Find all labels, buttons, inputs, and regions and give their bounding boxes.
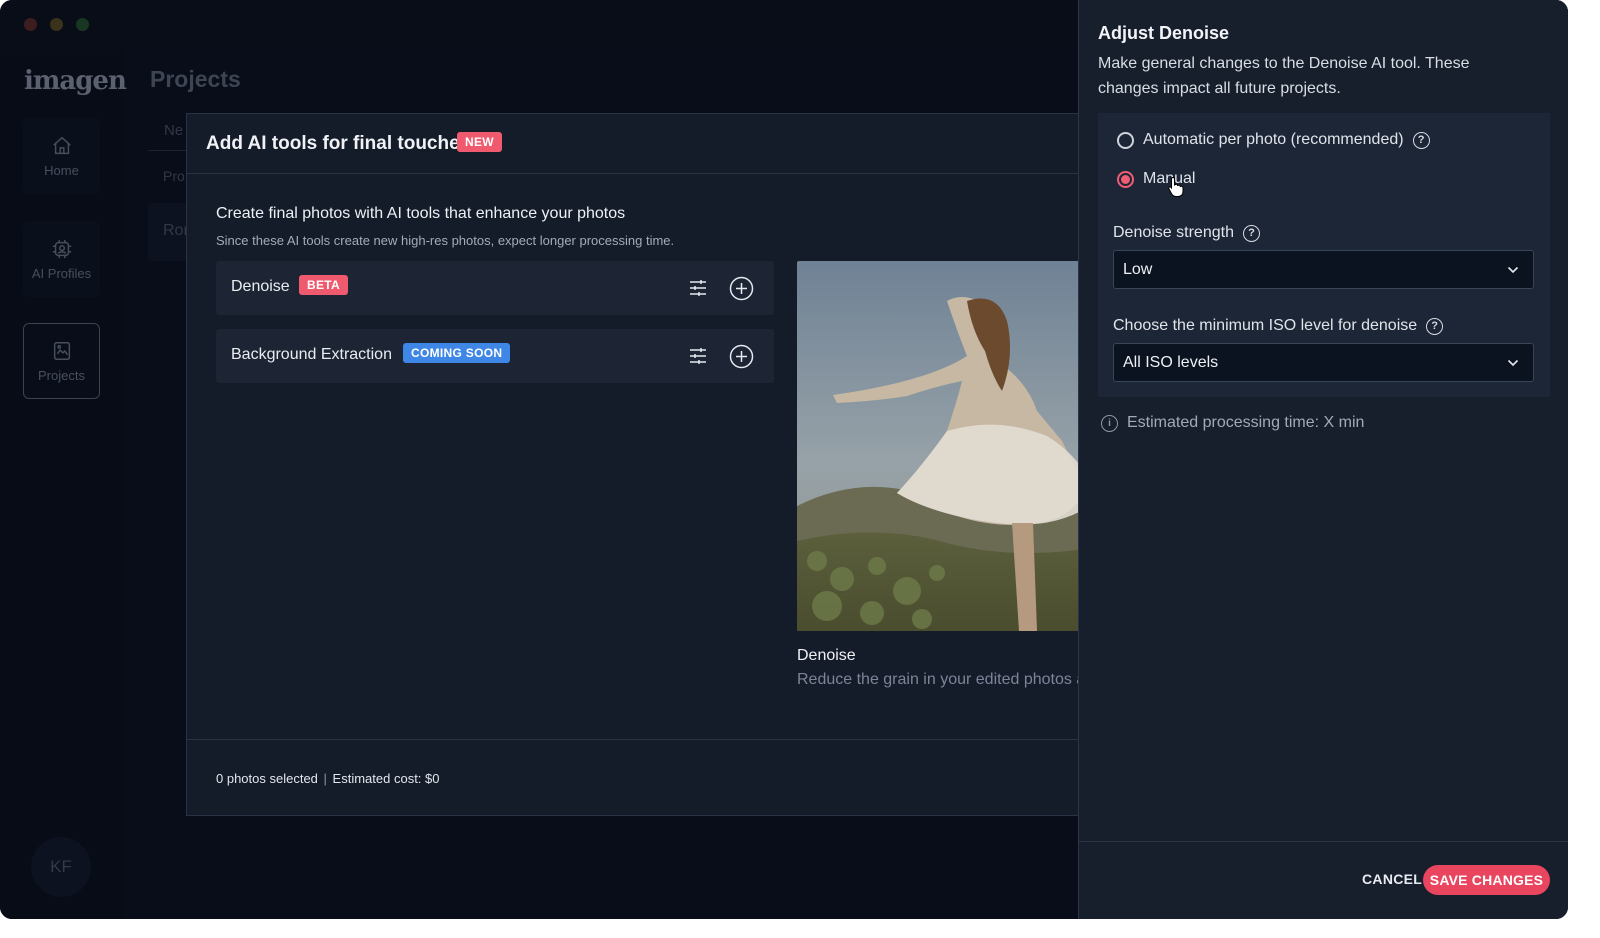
radio-button[interactable] <box>1117 170 1134 188</box>
sliders-icon[interactable] <box>687 277 709 299</box>
iso-level-label: Choose the minimum ISO level for denoise… <box>1113 317 1444 335</box>
estimate-text: Estimated processing time: X min <box>1127 414 1365 431</box>
tool-row-denoise[interactable]: Denoise BETA <box>216 261 774 315</box>
select-value: All ISO levels <box>1123 354 1219 371</box>
iso-level-select[interactable]: All ISO levels <box>1113 343 1534 382</box>
preview-title: Denoise <box>797 647 856 664</box>
cancel-button[interactable]: CANCEL <box>1362 871 1422 887</box>
app-window: imagen Home AI Profiles Projects KF Proj… <box>0 0 1568 919</box>
help-icon[interactable]: ? <box>1242 224 1260 242</box>
tool-label: Denoise <box>231 278 290 295</box>
tool-label: Background Extraction <box>231 346 392 363</box>
denoise-settings-box: Automatic per photo (recommended) ? Manu… <box>1098 113 1550 397</box>
add-circle-icon[interactable] <box>729 276 754 301</box>
modal-subheading: Since these AI tools create new high-res… <box>216 233 675 248</box>
add-circle-icon[interactable] <box>729 344 754 369</box>
sliders-icon[interactable] <box>687 345 709 367</box>
save-changes-button[interactable]: SAVE CHANGES <box>1423 865 1550 895</box>
modal-footer-divider <box>187 739 1085 740</box>
panel-title: Adjust Denoise <box>1098 23 1230 43</box>
panel-footer-divider <box>1079 841 1568 842</box>
tool-row-background-extraction[interactable]: Background Extraction COMING SOON <box>216 329 774 383</box>
estimated-cost: Estimated cost: $0 <box>332 771 440 786</box>
selection-status: 0 photos selected | Estimated cost: $0 <box>216 771 440 786</box>
adjust-denoise-panel: Adjust Denoise Make general changes to t… <box>1078 0 1568 919</box>
modal-header: Add AI tools for final touches NEW <box>187 114 1085 174</box>
hand-cursor-icon <box>1168 176 1184 197</box>
radio-label: Automatic per photo (recommended) <box>1143 131 1404 148</box>
photos-selected-count: 0 photos selected <box>216 771 318 786</box>
help-icon[interactable]: ? <box>1426 317 1444 335</box>
modal-title: Add AI tools for final touches <box>206 133 471 154</box>
preview-description: Reduce the grain in your edited photos a <box>797 671 1086 688</box>
coming-soon-badge: COMING SOON <box>403 343 511 363</box>
chevron-down-icon <box>1507 266 1519 274</box>
info-icon: i <box>1101 414 1118 432</box>
field-label-text: Choose the minimum ISO level for denoise <box>1113 317 1418 334</box>
beta-badge: BETA <box>299 275 348 295</box>
denoise-strength-label: Denoise strength ? <box>1113 224 1260 242</box>
radio-automatic[interactable]: Automatic per photo (recommended) ? <box>1117 131 1430 149</box>
select-value: Low <box>1123 261 1153 278</box>
help-icon[interactable]: ? <box>1412 131 1430 149</box>
field-label-text: Denoise strength <box>1113 224 1234 241</box>
modal-heading: Create final photos with AI tools that e… <box>216 205 626 222</box>
chevron-down-icon <box>1507 359 1519 367</box>
panel-description: Make general changes to the Denoise AI t… <box>1098 55 1470 97</box>
new-badge: NEW <box>457 132 502 152</box>
estimated-processing-time: i Estimated processing time: X min <box>1101 414 1364 432</box>
preview-image <box>797 261 1097 631</box>
ai-tools-modal: Add AI tools for final touches NEW Creat… <box>186 113 1097 816</box>
status-separator: | <box>323 771 327 786</box>
radio-button[interactable] <box>1117 131 1134 149</box>
denoise-strength-select[interactable]: Low <box>1113 250 1534 289</box>
